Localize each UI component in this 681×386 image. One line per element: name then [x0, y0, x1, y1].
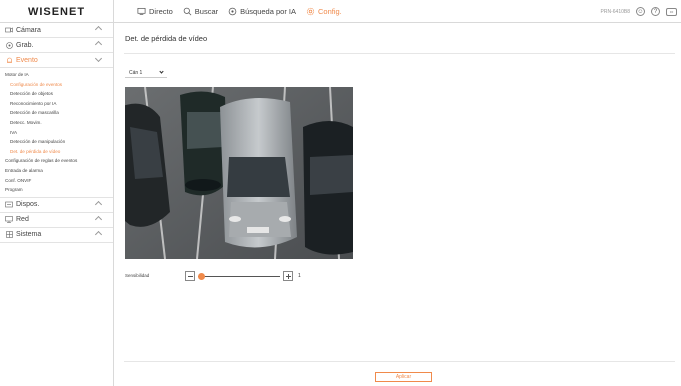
parking-lot-image	[125, 87, 353, 259]
main-panel: Det. de pérdida de vídeo Cán 1 Sensibili…	[114, 23, 681, 386]
bell-icon	[5, 57, 13, 64]
menu-red[interactable]: Red	[0, 213, 113, 228]
nav-buscar[interactable]: Buscar	[183, 7, 218, 16]
menu-camara-label: Cámara	[16, 26, 41, 34]
menu-camara[interactable]: Cámara	[0, 23, 113, 38]
chevron-down-icon	[94, 54, 103, 63]
system-icon	[5, 231, 13, 239]
camera-select-value: Cán 1	[129, 69, 143, 76]
menu-grab-label: Grab.	[16, 41, 34, 49]
help-icon[interactable]: ?	[651, 7, 660, 16]
submenu-config-eventos[interactable]: Configuración de eventos	[0, 80, 113, 90]
menu-evento-label: Evento	[16, 56, 38, 64]
nav-directo-label: Directo	[149, 7, 173, 16]
menu-dispos-label: Dispos.	[16, 201, 40, 209]
submenu-program[interactable]: Program	[0, 185, 113, 195]
chevron-up-icon	[94, 200, 103, 208]
top-right-tools: PRN-6410B8 ☺ ? ▭	[601, 0, 677, 23]
chevron-up-icon	[94, 25, 103, 34]
page-title: Det. de pérdida de vídeo	[125, 34, 208, 43]
title-divider	[124, 53, 675, 54]
user-icon[interactable]: ☺	[636, 7, 645, 16]
sensitivity-slider-thumb[interactable]	[198, 273, 205, 280]
chevron-up-icon	[94, 215, 103, 223]
evento-submenu: Motor de IA Configuración de eventos Det…	[0, 68, 113, 198]
monitor-icon	[137, 7, 146, 16]
layout-icon[interactable]: ▭	[666, 7, 677, 16]
nav-busqueda-ia-label: Búsqueda por IA	[240, 7, 296, 16]
device-icon	[5, 201, 13, 208]
submenu-deteccion-objetos[interactable]: Detección de objetos	[0, 89, 113, 99]
gear-icon	[306, 7, 315, 16]
submenu-detecc-movim[interactable]: Detecc. Movim.	[0, 118, 113, 128]
chevron-down-icon	[159, 69, 164, 74]
sensitivity-increase-button[interactable]	[283, 271, 293, 281]
submenu-entrada-alarma[interactable]: Entrada de alarma	[0, 166, 113, 176]
menu-evento[interactable]: Evento	[0, 53, 113, 68]
chevron-up-icon	[94, 40, 103, 49]
apply-button[interactable]: Aplicar	[375, 372, 432, 382]
network-icon	[5, 216, 13, 224]
submenu-det-perdida-video[interactable]: Det. de pérdida de vídeo	[0, 147, 113, 157]
submenu-conf-onvif[interactable]: Conf. ONVIF	[0, 176, 113, 186]
sensitivity-slider-track[interactable]	[198, 276, 280, 277]
submenu-reconocimiento-ia[interactable]: Reconocimiento por IA	[0, 99, 113, 109]
menu-sistema-label: Sistema	[16, 231, 42, 239]
nav-busqueda-ia[interactable]: Búsqueda por IA	[228, 7, 296, 16]
sidebar: Cámara Grab. Evento Motor de IA Configur…	[0, 23, 114, 386]
submenu-config-reglas[interactable]: Configuración de reglas de eventos	[0, 156, 113, 166]
menu-sistema[interactable]: Sistema	[0, 228, 113, 243]
submenu-iva[interactable]: IVA	[0, 128, 113, 138]
record-icon	[5, 41, 13, 49]
nav-config[interactable]: Config.	[306, 7, 342, 16]
nav-buscar-label: Buscar	[194, 7, 219, 16]
sensitivity-value: 1	[298, 273, 301, 279]
chevron-up-icon	[94, 230, 103, 238]
camera-select[interactable]: Cán 1	[125, 68, 167, 78]
nav-config-label: Config.	[317, 7, 342, 16]
submenu-deteccion-manipulacion[interactable]: Detección de manipulación	[0, 137, 113, 147]
nav-directo[interactable]: Directo	[137, 7, 173, 16]
sensitivity-row: Sensibilidad 1	[125, 271, 425, 283]
bottom-divider	[124, 361, 675, 362]
ai-search-icon	[228, 7, 237, 16]
menu-dispos[interactable]: Dispos.	[0, 198, 113, 213]
device-model: PRN-6410B8	[600, 8, 630, 15]
camera-preview	[125, 87, 353, 259]
search-icon	[183, 7, 192, 16]
camera-icon	[5, 27, 13, 34]
logo-area: WISENET	[0, 0, 114, 23]
sensitivity-decrease-button[interactable]	[185, 271, 195, 281]
submenu-deteccion-mascarilla[interactable]: Detección de mascarilla	[0, 108, 113, 118]
sensitivity-label: Sensibilidad	[125, 273, 150, 278]
menu-grab[interactable]: Grab.	[0, 38, 113, 53]
main-nav: Directo Buscar Búsqueda por IA Config.	[137, 0, 342, 23]
wisenet-logo: WISENET	[27, 5, 86, 18]
top-bar: WISENET Directo Buscar Búsqueda por IA C…	[0, 0, 681, 23]
menu-red-label: Red	[16, 216, 29, 224]
submenu-motor-ia[interactable]: Motor de IA	[0, 70, 113, 80]
